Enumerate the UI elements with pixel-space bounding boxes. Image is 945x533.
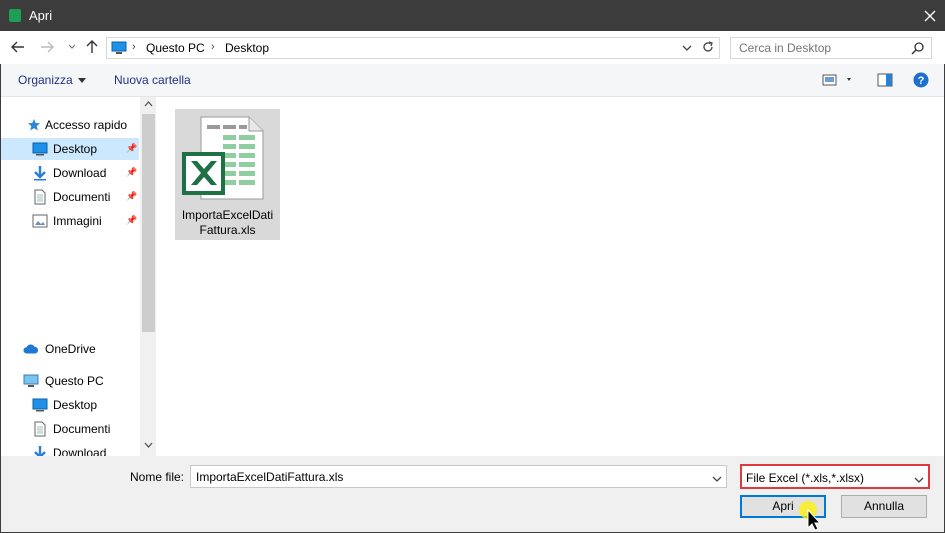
file-type-select[interactable]: File Excel (*.xls,*.xlsx) (740, 464, 930, 489)
sidebar-item-label: Documenti (53, 190, 111, 204)
view-options-button[interactable] (822, 73, 852, 90)
sidebar-item-pc-documents[interactable]: Documenti (1, 418, 139, 440)
chevron-down-icon (68, 44, 76, 49)
navigation-pane: Accesso rapido Desktop 📌 Download 📌 Docu… (1, 97, 156, 456)
filename-field[interactable] (190, 465, 727, 488)
download-icon (32, 165, 48, 181)
pin-icon[interactable]: 📌 (126, 215, 137, 226)
cloud-icon (23, 341, 39, 357)
arrow-up-icon (86, 40, 98, 53)
sidebar-item-pc-desktop[interactable]: Desktop (1, 394, 139, 416)
preview-pane-icon (877, 73, 893, 87)
search-input[interactable] (731, 38, 911, 58)
sidebar-item-onedrive[interactable]: OneDrive (1, 338, 139, 360)
filename-label: Nome file: (130, 470, 185, 484)
arrow-left-icon (11, 41, 24, 53)
filename-input[interactable] (191, 466, 706, 487)
sidebar-item-label: Documenti (53, 422, 111, 436)
search-box[interactable] (730, 37, 932, 59)
mouse-cursor-icon (799, 501, 822, 530)
organize-label: Organizza (18, 73, 73, 87)
back-button[interactable] (10, 39, 26, 55)
file-name-line: ImportaExcelDati (181, 208, 274, 222)
file-type-value: File Excel (*.xls,*.xlsx) (746, 471, 865, 485)
sidebar-item-download[interactable]: Download 📌 (1, 162, 139, 184)
refresh-button[interactable] (701, 40, 715, 57)
help-icon: ? (913, 72, 929, 88)
desktop-icon (32, 397, 48, 413)
sidebar-item-desktop[interactable]: Desktop 📌 (1, 138, 139, 160)
sidebar-item-label: Accesso rapido (45, 118, 128, 132)
command-toolbar: Organizza Nuova cartella ? (1, 64, 944, 97)
chevron-down-icon (712, 476, 722, 482)
help-button[interactable]: ? (913, 72, 929, 91)
sidebar-item-label: Desktop (53, 398, 98, 412)
address-bar[interactable]: › Questo PC › Desktop (106, 37, 720, 59)
breadcrumb-separator: › (132, 41, 136, 53)
caret-down-icon (77, 78, 86, 84)
up-button[interactable] (84, 39, 100, 55)
sidebar-item-this-pc[interactable]: Questo PC (1, 370, 139, 392)
scroll-up-icon[interactable] (144, 101, 153, 107)
documents-icon (32, 189, 48, 205)
pictures-icon (32, 213, 48, 229)
pin-icon[interactable]: 📌 (126, 143, 137, 154)
sidebar-item-label: Download (53, 446, 107, 456)
breadcrumb-desktop[interactable]: Desktop (225, 41, 269, 55)
pin-icon[interactable]: 📌 (126, 167, 137, 178)
chevron-down-icon (914, 473, 924, 487)
sidebar-item-quick-access[interactable]: Accesso rapido (1, 114, 139, 136)
sidebar-item-label: Questo PC (45, 374, 104, 388)
title-bar: Apri (0, 0, 945, 31)
sidebar-item-label: Download (53, 166, 107, 180)
sidebar-item-pictures[interactable]: Immagini 📌 (1, 210, 139, 232)
this-pc-icon (23, 373, 39, 389)
download-icon (32, 445, 48, 456)
sidebar-item-pc-download[interactable]: Download (1, 442, 139, 456)
arrow-right-icon (41, 41, 54, 53)
preview-pane-button[interactable] (877, 73, 893, 90)
window-title: Apri (29, 8, 53, 23)
forward-button[interactable] (39, 39, 55, 55)
documents-icon (32, 421, 48, 437)
sidebar-item-label: Immagini (53, 214, 102, 228)
sidebar-item-label: OneDrive (45, 342, 96, 356)
address-history-button[interactable] (682, 41, 692, 55)
svg-text:?: ? (918, 75, 925, 87)
close-icon (924, 10, 936, 21)
excel-file-icon (182, 116, 264, 200)
close-button[interactable] (915, 0, 945, 31)
recent-locations-button[interactable] (64, 39, 80, 55)
sidebar-item-label: Desktop (53, 142, 98, 156)
chevron-down-icon (682, 45, 692, 51)
this-pc-icon (111, 41, 127, 58)
new-folder-button[interactable]: Nuova cartella (114, 73, 191, 87)
breadcrumb-separator: › (211, 41, 215, 53)
pin-icon[interactable]: 📌 (126, 191, 137, 202)
organize-menu[interactable]: Organizza (18, 73, 86, 87)
app-icon (9, 9, 21, 22)
sidebar-item-documents[interactable]: Documenti 📌 (1, 186, 139, 208)
breadcrumb-this-pc[interactable]: Questo PC (146, 41, 205, 55)
filename-history-button[interactable] (712, 472, 722, 486)
file-name: ImportaExcelDati Fattura.xls (175, 208, 280, 238)
star-icon (26, 117, 42, 133)
scrollbar-thumb[interactable] (142, 114, 155, 332)
refresh-icon (703, 41, 713, 52)
cancel-button[interactable]: Annulla (841, 495, 927, 518)
view-icon (822, 74, 851, 86)
search-icon[interactable] (911, 41, 925, 58)
file-name-line: Fattura.xls (199, 223, 256, 237)
desktop-icon (32, 141, 48, 157)
file-item[interactable]: ImportaExcelDati Fattura.xls (175, 109, 280, 240)
sidebar-scrollbar[interactable] (140, 97, 156, 456)
file-list: ImportaExcelDati Fattura.xls (157, 97, 944, 456)
scroll-down-icon[interactable] (144, 442, 153, 448)
